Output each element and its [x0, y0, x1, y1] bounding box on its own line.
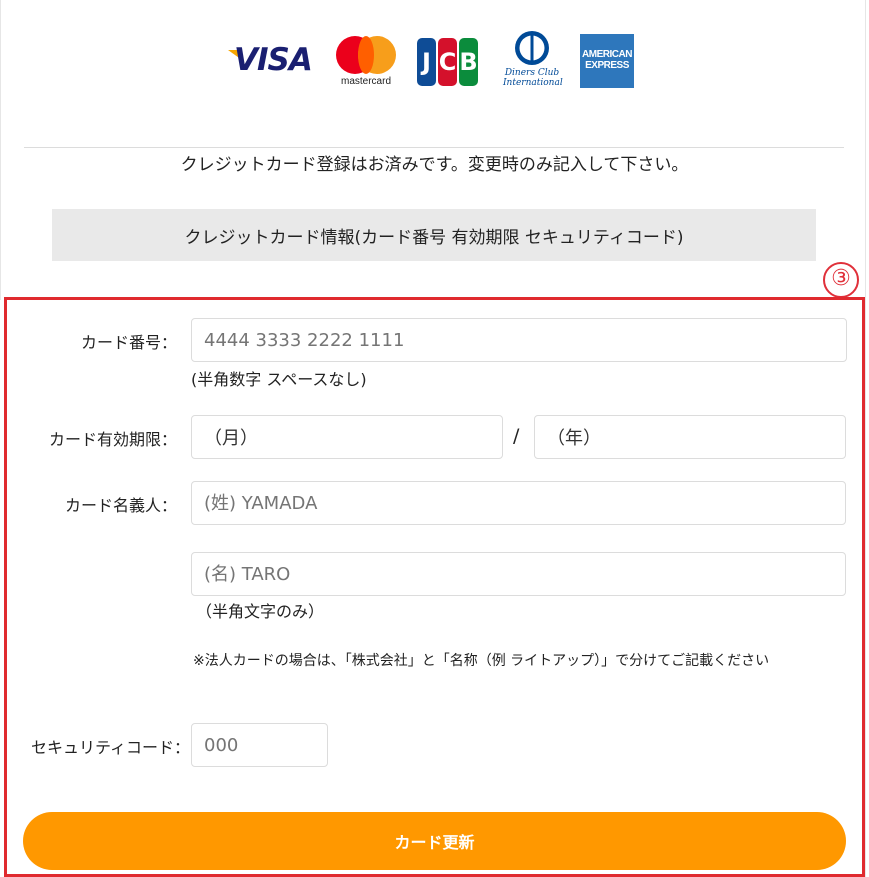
jcb-letter-b: B [459, 48, 478, 76]
expiry-year-select[interactable]: （年） [534, 415, 846, 459]
amex-line-1: AMERICAN [582, 49, 632, 60]
diners-club-logo: Diners Club International [503, 30, 563, 90]
update-card-button[interactable]: カード更新 [23, 812, 846, 870]
mastercard-logo: mastercard [334, 36, 398, 90]
jcb-letter-j: J [422, 48, 431, 76]
amex-wordmark: AMERICAN EXPRESS [580, 49, 634, 71]
card-number-hint: (半角数字 スペースなし) [191, 370, 367, 389]
jcb-letter-c: C [438, 48, 457, 76]
holder-last-name-input[interactable] [191, 481, 846, 525]
corporate-card-note: ※法人カードの場合は、「株式会社」と「名称（例 ライトアップ）」で分けてご記載く… [193, 653, 770, 669]
registered-notice: クレジットカード登録はお済みです。変更時のみ記入して下さい。 [180, 155, 689, 175]
card-holder-hint: （半角文字のみ） [196, 602, 325, 621]
diners-circle-icon [515, 31, 549, 65]
jcb-logo: J C B [417, 38, 479, 86]
card-holder-label: カード名義人： [64, 496, 177, 515]
card-number-input[interactable] [191, 318, 847, 362]
diners-line-2: International [503, 78, 563, 88]
expiry-month-select[interactable]: （月） [191, 415, 503, 459]
visa-wordmark: VISA [234, 42, 313, 78]
step-3-marker: ③ [823, 262, 859, 298]
page-right-border [865, 0, 866, 877]
expiry-separator: / [513, 425, 520, 447]
security-code-input[interactable] [191, 723, 328, 767]
diners-wordmark: Diners Club International [503, 68, 563, 88]
mastercard-wordmark: mastercard [340, 76, 391, 87]
mastercard-overlap [358, 36, 374, 74]
card-info-header: クレジットカード情報(カード番号 有効期限 セキュリティコード) [52, 209, 816, 261]
holder-first-name-input[interactable] [191, 552, 846, 596]
card-brand-logos: VISA mastercard J C B Diners Club Intern… [0, 30, 869, 90]
section-divider [24, 147, 844, 148]
card-number-label: カード番号： [80, 333, 177, 352]
american-express-logo: AMERICAN EXPRESS [580, 34, 634, 88]
visa-logo: VISA [228, 42, 320, 78]
amex-line-2: EXPRESS [585, 60, 629, 71]
security-code-label: セキュリティコード： [30, 738, 190, 757]
expiry-label: カード有効期限： [48, 430, 177, 449]
diners-line-1: Diners Club [504, 68, 560, 78]
